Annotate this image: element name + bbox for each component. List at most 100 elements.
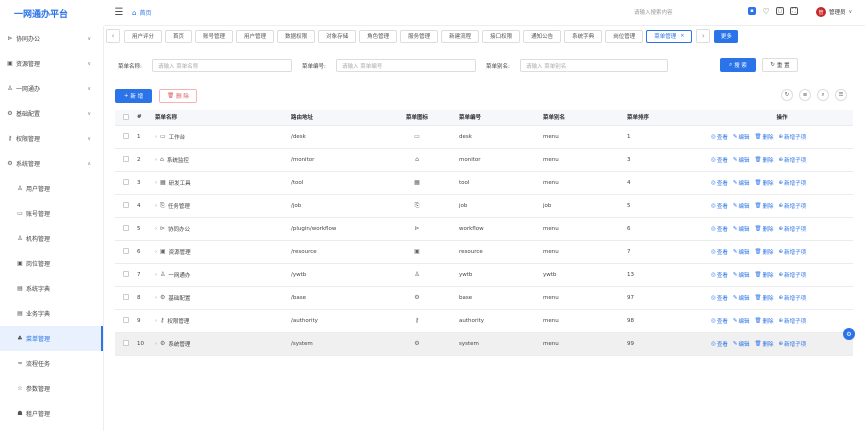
edit-button[interactable]: ✎ 编辑 <box>733 340 750 348</box>
sidebar-subitem[interactable]: ▯应用管理 <box>0 426 103 431</box>
row-checkbox[interactable] <box>123 317 129 324</box>
view-button[interactable]: ◎ 查看 <box>711 225 728 233</box>
menu-icon[interactable]: ☰ <box>835 89 847 101</box>
delete-button[interactable]: 🗑 删 除 <box>159 89 197 103</box>
select-all-checkbox[interactable] <box>123 114 129 120</box>
delete-button[interactable]: 🗑 删除 <box>754 340 773 348</box>
add-child-button[interactable]: ⊕ 新增子项 <box>778 179 806 187</box>
view-button[interactable]: ◎ 查看 <box>711 271 728 279</box>
edit-button[interactable]: ✎ 编辑 <box>733 133 750 141</box>
row-checkbox[interactable] <box>123 248 129 255</box>
breadcrumb[interactable]: ⌂ 首页 <box>132 8 151 18</box>
expand-icon[interactable]: › <box>155 249 157 255</box>
edit-button[interactable]: ✎ 编辑 <box>733 156 750 164</box>
table-row[interactable]: 4 › ⎘ 任务管理 /job ⎘ job job 5 ◎ 查看 ✎ 编辑 🗑 删除 ⊕ 新增子项 <box>115 194 853 218</box>
table-row[interactable]: 10 › ⚙ 系统管理 /system ⚙ system menu 99 ◎ 查看 ✎ 编… <box>115 332 853 356</box>
row-checkbox[interactable] <box>123 294 129 301</box>
add-button[interactable]: + 新 增 <box>115 89 152 103</box>
sidebar-subitem[interactable]: ▤ 业务字典 <box>0 301 103 326</box>
tab[interactable]: 菜单管理 × <box>646 29 693 43</box>
sidebar-subitem[interactable]: ▭ 账号管理 <box>0 201 103 226</box>
view-button[interactable]: ◎ 查看 <box>711 340 728 348</box>
row-checkbox[interactable] <box>123 179 129 186</box>
search-button[interactable]: ⌕ 搜 索 <box>720 58 756 72</box>
user-menu[interactable]: 管 管理员 ∨ <box>816 7 852 17</box>
fullscreen-icon[interactable]: ⛶ <box>790 7 798 15</box>
delete-button[interactable]: 🗑 删除 <box>754 156 773 164</box>
edit-button[interactable]: ✎ 编辑 <box>733 179 750 187</box>
bell-icon[interactable]: ♡ <box>762 7 770 16</box>
lock-screen-icon[interactable]: ▢ <box>776 7 784 15</box>
view-button[interactable]: ◎ 查看 <box>711 202 728 210</box>
expand-icon[interactable]: › <box>155 203 157 209</box>
view-button[interactable]: ◎ 查看 <box>711 317 728 325</box>
add-child-button[interactable]: ⊕ 新增子项 <box>778 156 806 164</box>
tab[interactable]: 通知公告 <box>523 29 562 43</box>
more-tabs-button[interactable]: 更多 <box>714 29 739 43</box>
menu-name-input[interactable]: 请输入 菜单名称 <box>152 59 292 72</box>
add-child-button[interactable]: ⊕ 新增子项 <box>778 294 806 302</box>
delete-button[interactable]: 🗑 删除 <box>754 248 773 256</box>
table-row[interactable]: 7 › ♙ 一网通办 /ywtb ♙ ywtb ywtb 13 ◎ 查看 ✎ 编辑 🗑 删除 ⊕… <box>115 263 853 287</box>
tab[interactable]: 接口权限 <box>482 29 521 43</box>
row-checkbox[interactable] <box>123 225 129 232</box>
theme-icon[interactable]: ▪ <box>748 7 756 15</box>
delete-button[interactable]: 🗑 删除 <box>754 179 773 187</box>
add-child-button[interactable]: ⊕ 新增子项 <box>778 202 806 210</box>
menu-toggle-icon[interactable]: ☰ <box>112 7 126 18</box>
menu-code-input[interactable]: 请输入 菜单编号 <box>336 59 476 72</box>
delete-button[interactable]: 🗑 删除 <box>754 133 773 141</box>
sidebar-item[interactable]: ⚙ 系统管理 ∧ <box>0 151 103 176</box>
row-checkbox[interactable] <box>123 340 129 347</box>
sidebar-subitem[interactable]: ♣ 菜单管理 <box>0 326 103 351</box>
table-row[interactable]: 5 › ⊳ 协同办公 /plugin/workflow ⊳ workflow men… <box>115 217 853 241</box>
delete-button[interactable]: 🗑 删除 <box>754 294 773 302</box>
add-child-button[interactable]: ⊕ 新增子项 <box>778 248 806 256</box>
search-toggle-icon[interactable]: ⌕ <box>817 89 829 101</box>
delete-button[interactable]: 🗑 删除 <box>754 271 773 279</box>
expand-icon[interactable]: › <box>155 341 157 347</box>
sidebar-subitem[interactable]: ♙ 机构管理 <box>0 226 103 251</box>
table-row[interactable]: 1 › ▭ 工作台 /desk ▭ desk menu 1 ◎ 查看 ✎ 编辑 🗑 删除 ⊕ 新增… <box>115 125 853 149</box>
row-checkbox[interactable] <box>123 202 129 209</box>
settings-float-icon[interactable]: ⚙ <box>843 328 855 340</box>
tab[interactable]: 角色管理 <box>359 29 398 43</box>
add-child-button[interactable]: ⊕ 新增子项 <box>778 317 806 325</box>
view-button[interactable]: ◎ 查看 <box>711 294 728 302</box>
view-button[interactable]: ◎ 查看 <box>711 156 728 164</box>
tab[interactable]: 服务管理 <box>400 29 439 43</box>
add-child-button[interactable]: ⊕ 新增子项 <box>778 225 806 233</box>
row-checkbox[interactable] <box>123 156 129 163</box>
sidebar-subitem[interactable]: ▤ 系统字典 <box>0 276 103 301</box>
edit-button[interactable]: ✎ 编辑 <box>733 248 750 256</box>
sidebar-subitem[interactable]: ♙ 用户管理 <box>0 176 103 201</box>
view-button[interactable]: ◎ 查看 <box>711 179 728 187</box>
expand-icon[interactable]: › <box>155 134 157 140</box>
refresh-icon[interactable]: ↻ <box>781 89 793 101</box>
table-row[interactable]: 6 › ▣ 资源管理 /resource ▣ resource menu 7 ◎ 查看… <box>115 240 853 264</box>
sidebar-item[interactable]: ⚙ 基础配置 ∨ <box>0 101 103 126</box>
columns-icon[interactable]: ≡ <box>799 89 811 101</box>
add-child-button[interactable]: ⊕ 新增子项 <box>778 133 806 141</box>
tab[interactable]: 用户管理 <box>236 29 275 43</box>
row-checkbox[interactable] <box>123 271 129 278</box>
delete-button[interactable]: 🗑 删除 <box>754 202 773 210</box>
sidebar-item[interactable]: ▣ 资源管理 ∨ <box>0 51 103 76</box>
view-button[interactable]: ◎ 查看 <box>711 133 728 141</box>
expand-icon[interactable]: › <box>155 157 157 163</box>
tab-prev-icon[interactable]: ‹ <box>106 29 120 43</box>
sidebar-subitem[interactable]: ▣ 岗位管理 <box>0 251 103 276</box>
sidebar-subitem[interactable]: ☆ 参数管理 <box>0 376 103 401</box>
row-checkbox[interactable] <box>123 133 129 140</box>
edit-button[interactable]: ✎ 编辑 <box>733 317 750 325</box>
table-row[interactable]: 2 › ⌂ 系统监控 /monitor ⌂ monitor menu 3 ◎ 查看 ✎ 编… <box>115 148 853 172</box>
table-row[interactable]: 9 › ⚷ 权限管理 /authority ⚷ authority menu 98 … <box>115 309 853 333</box>
reset-button[interactable]: ↻ 重 置 <box>762 58 798 72</box>
expand-icon[interactable]: › <box>155 226 157 232</box>
expand-icon[interactable]: › <box>155 180 157 186</box>
edit-button[interactable]: ✎ 编辑 <box>733 294 750 302</box>
add-child-button[interactable]: ⊕ 新增子项 <box>778 340 806 348</box>
app-logo[interactable]: 一网通办平台 <box>0 0 104 26</box>
global-search-input[interactable]: 请输入搜索内容 <box>634 8 734 19</box>
tab[interactable]: 对象存储 <box>318 29 357 43</box>
